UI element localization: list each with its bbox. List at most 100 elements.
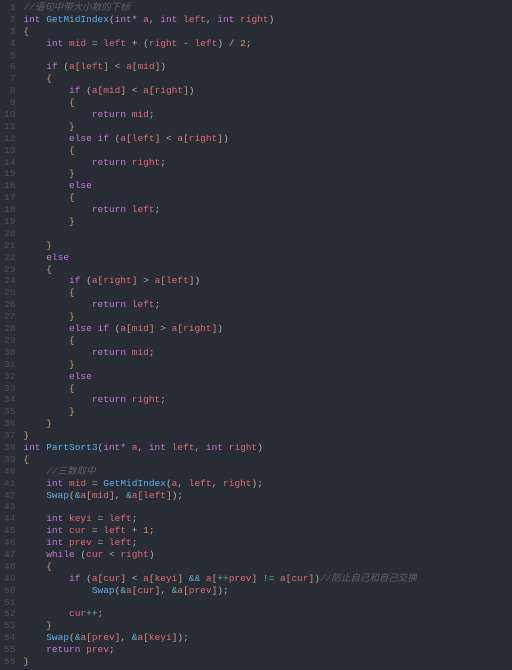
line-number: 2	[4, 14, 15, 26]
line-number: 21	[4, 240, 15, 252]
line-number: 41	[4, 478, 15, 490]
code-line: {	[23, 192, 512, 204]
line-number: 52	[4, 608, 15, 620]
line-number: 33	[4, 383, 15, 395]
code-line: else if (a[left] < a[right])	[23, 133, 512, 145]
line-number: 14	[4, 157, 15, 169]
line-number: 4	[4, 38, 15, 50]
code-line: else if (a[mid] > a[right])	[23, 323, 512, 335]
code-line: int mid = GetMidIndex(a, left, right);	[23, 478, 512, 490]
code-line: {	[23, 454, 512, 466]
line-number: 9	[4, 97, 15, 109]
code-line	[23, 597, 512, 609]
line-number: 36	[4, 418, 15, 430]
code-line: }	[23, 216, 512, 228]
code-line: {	[23, 26, 512, 38]
line-number: 47	[4, 549, 15, 561]
code-editor: 1234567891011121314151617181920212223242…	[0, 0, 512, 670]
code-line: }	[23, 418, 512, 430]
line-number: 1	[4, 2, 15, 14]
code-line: {	[23, 561, 512, 573]
code-line: return mid;	[23, 347, 512, 359]
line-number: 27	[4, 311, 15, 323]
code-line: //三数取中	[23, 466, 512, 478]
line-number: 18	[4, 204, 15, 216]
code-area: //语句中带大小数的下标int GetMidIndex(int* a, int …	[23, 2, 512, 668]
line-number: 13	[4, 145, 15, 157]
code-line: if (a[mid] < a[right])	[23, 85, 512, 97]
line-number: 42	[4, 490, 15, 502]
code-line: cur++;	[23, 608, 512, 620]
code-line: int GetMidIndex(int* a, int left, int ri…	[23, 14, 512, 26]
line-number: 11	[4, 121, 15, 133]
code-line: {	[23, 383, 512, 395]
line-number: 24	[4, 275, 15, 287]
line-number: 3	[4, 26, 15, 38]
code-line: return right;	[23, 394, 512, 406]
line-number: 16	[4, 180, 15, 192]
line-number: 34	[4, 394, 15, 406]
line-number: 39	[4, 454, 15, 466]
line-number: 48	[4, 561, 15, 573]
line-number: 17	[4, 192, 15, 204]
line-number: 43	[4, 501, 15, 513]
line-number: 40	[4, 466, 15, 478]
code-line: int keyi = left;	[23, 513, 512, 525]
code-line: Swap(&a[prev], &a[keyi]);	[23, 632, 512, 644]
line-number: 50	[4, 585, 15, 597]
line-number: 7	[4, 73, 15, 85]
code-line: }	[23, 168, 512, 180]
line-number: 22	[4, 252, 15, 264]
code-line: }	[23, 311, 512, 323]
line-number: 45	[4, 525, 15, 537]
code-line: int cur = left + 1;	[23, 525, 512, 537]
code-line: Swap(&a[cur], &a[prev]);	[23, 585, 512, 597]
line-number: 28	[4, 323, 15, 335]
line-number: 46	[4, 537, 15, 549]
code-line: return left;	[23, 299, 512, 311]
code-line: {	[23, 264, 512, 276]
code-line: }	[23, 620, 512, 632]
line-number: 30	[4, 347, 15, 359]
code-line: int mid = left + (right - left) / 2;	[23, 38, 512, 50]
line-number: 31	[4, 359, 15, 371]
code-line: {	[23, 145, 512, 157]
code-line: {	[23, 73, 512, 85]
code-line: }	[23, 656, 512, 668]
code-line: int PartSort3(int* a, int left, int righ…	[23, 442, 512, 454]
code-line: if (a[cur] < a[keyi] && a[++prev] != a[c…	[23, 573, 512, 585]
line-number: 38	[4, 442, 15, 454]
line-number: 51	[4, 597, 15, 609]
code-line: if (a[right] > a[left])	[23, 275, 512, 287]
line-number: 54	[4, 632, 15, 644]
line-number: 15	[4, 168, 15, 180]
code-line: }	[23, 240, 512, 252]
code-line: //语句中带大小数的下标	[23, 2, 512, 14]
line-number: 25	[4, 287, 15, 299]
line-number: 8	[4, 85, 15, 97]
line-number: 19	[4, 216, 15, 228]
code-line: return left;	[23, 204, 512, 216]
line-number: 12	[4, 133, 15, 145]
line-number: 23	[4, 264, 15, 276]
line-number: 53	[4, 620, 15, 632]
code-line: {	[23, 335, 512, 347]
code-line: }	[23, 359, 512, 371]
code-line: else	[23, 252, 512, 264]
code-line: {	[23, 287, 512, 299]
line-number: 37	[4, 430, 15, 442]
code-line: return prev;	[23, 644, 512, 656]
line-number: 35	[4, 406, 15, 418]
line-number: 6	[4, 61, 15, 73]
code-line: if (a[left] < a[mid])	[23, 61, 512, 73]
line-number: 55	[4, 644, 15, 656]
line-number: 32	[4, 371, 15, 383]
line-number: 44	[4, 513, 15, 525]
line-number: 20	[4, 228, 15, 240]
code-line	[23, 228, 512, 240]
code-line: else	[23, 371, 512, 383]
code-line: {	[23, 97, 512, 109]
code-line: while (cur < right)	[23, 549, 512, 561]
code-line: }	[23, 406, 512, 418]
code-line: int prev = left;	[23, 537, 512, 549]
